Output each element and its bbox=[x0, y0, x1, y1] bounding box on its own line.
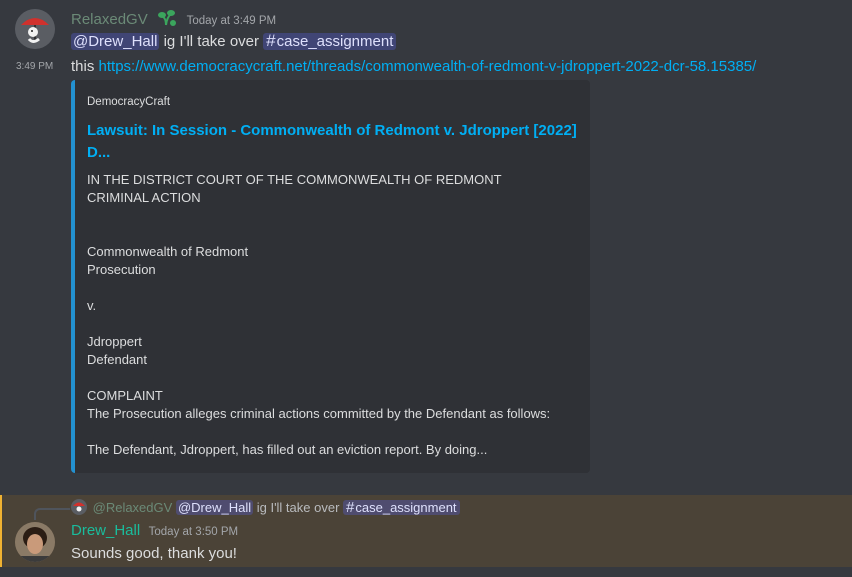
user-mention[interactable]: @Drew_Hall bbox=[71, 33, 160, 50]
channel-name: case_assignment bbox=[355, 500, 457, 515]
avatar-relaxedgv[interactable] bbox=[15, 9, 55, 49]
channel-mention[interactable]: #case_assignment bbox=[263, 31, 397, 50]
mini-avatar-icon bbox=[71, 499, 87, 515]
reply-author[interactable]: @RelaxedGV bbox=[93, 500, 173, 515]
hash-icon: # bbox=[266, 31, 276, 50]
avatar-drew-hall[interactable] bbox=[15, 522, 55, 562]
side-timestamp: 3:49 PM bbox=[16, 61, 54, 72]
sprout-icon bbox=[156, 9, 178, 32]
embed-title-line[interactable]: D... bbox=[87, 142, 577, 164]
message-timestamp: Today at 3:49 PM bbox=[186, 15, 277, 27]
embed-title[interactable]: Lawsuit: In Session - Commonwealth of Re… bbox=[87, 120, 577, 164]
reply-text: ig I'll take over bbox=[253, 500, 344, 515]
message-text: this bbox=[71, 58, 99, 75]
reply-channel-mention[interactable]: #case_assignment bbox=[343, 499, 460, 516]
author-name[interactable]: RelaxedGV bbox=[71, 11, 148, 28]
author-name[interactable]: Drew_Hall bbox=[71, 522, 140, 539]
embed-description: IN THE DISTRICT COURT OF THE COMMONWEALT… bbox=[87, 172, 551, 457]
embed-title-line[interactable]: Lawsuit: In Session - Commonwealth of Re… bbox=[87, 120, 577, 142]
message-timestamp: Today at 3:50 PM bbox=[148, 526, 239, 538]
message-relaxedgv: RelaxedGV Today at 3:49 PM @Drew_Hall ig… bbox=[0, 0, 852, 56]
message-text: ig I'll take over bbox=[159, 33, 264, 50]
reply-user-mention[interactable]: @Drew_Hall bbox=[175, 500, 254, 515]
channel-name: case_assignment bbox=[276, 33, 394, 50]
reply-content: Sounds good, thank you! bbox=[71, 545, 237, 562]
reply-connector bbox=[34, 508, 70, 520]
thread-link[interactable]: https://www.democracycraft.net/threads/c… bbox=[99, 58, 757, 75]
hash-icon: # bbox=[346, 499, 355, 516]
reply-reference[interactable]: @RelaxedGV @Drew_Hall ig I'll take over … bbox=[71, 499, 460, 517]
embed-provider: DemocracyCraft bbox=[87, 96, 171, 108]
person-avatar-icon bbox=[15, 522, 55, 562]
link-embed: DemocracyCraft Lawsuit: In Session - Com… bbox=[71, 80, 590, 473]
umbrella-avatar-icon bbox=[15, 9, 55, 49]
